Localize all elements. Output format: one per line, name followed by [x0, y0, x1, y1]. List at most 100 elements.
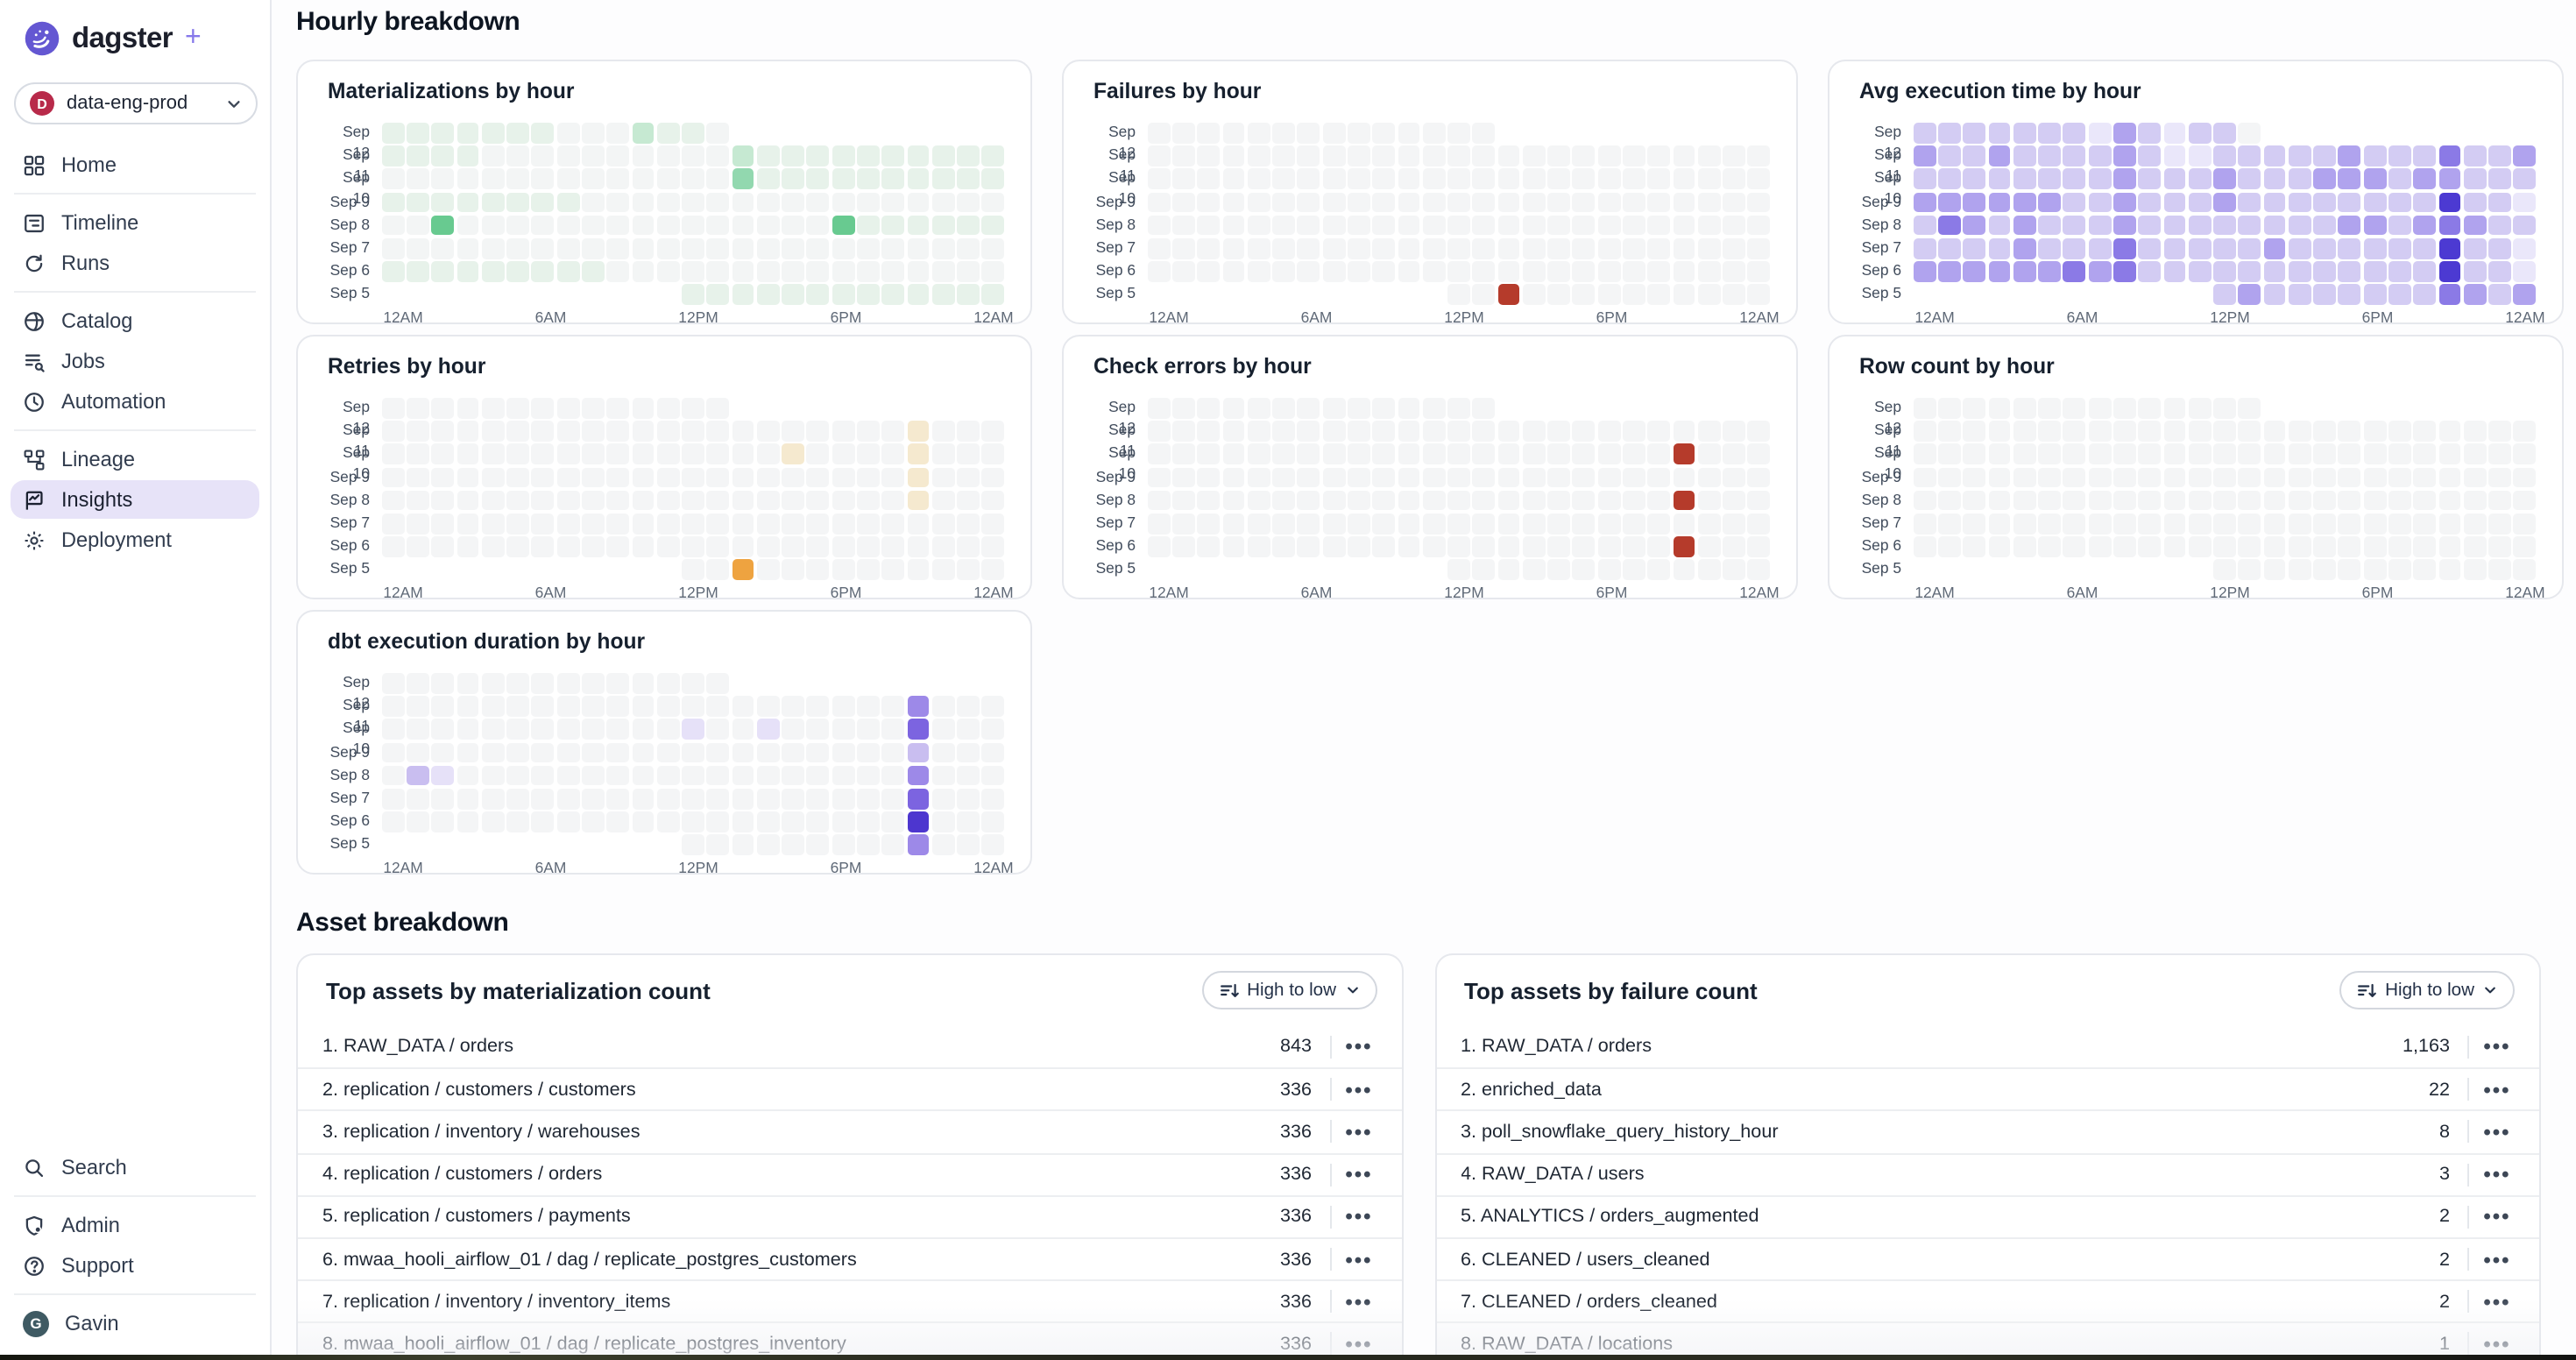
heatmap-cell	[606, 696, 629, 716]
row-actions-menu-icon[interactable]: •••	[1341, 1081, 1376, 1099]
sidebar-item-catalog[interactable]: Catalog	[11, 301, 259, 340]
heatmap-cells	[380, 835, 1006, 855]
heatmap-cell	[2113, 421, 2136, 441]
heatmap-row: Sep 6	[1093, 536, 1772, 556]
asset-link[interactable]: 6. CLEANED / users_cleaned	[1461, 1249, 2394, 1270]
asset-link[interactable]: 8. mwaa_hooli_airflow_01 / dag / replica…	[322, 1334, 1256, 1355]
heatmap-cell	[882, 216, 905, 236]
heatmap-cell	[732, 789, 754, 809]
heatmap-cell	[1988, 514, 2011, 534]
heatmap-cell	[707, 216, 730, 236]
heatmap-cell	[882, 238, 905, 259]
row-actions-menu-icon[interactable]: •••	[1341, 1250, 1376, 1268]
heatmap-cell	[1964, 491, 1986, 511]
asset-link[interactable]: 8. RAW_DATA / locations	[1461, 1334, 2394, 1355]
heatmap-cell	[732, 696, 754, 716]
sidebar-item-jobs[interactable]: Jobs	[11, 342, 259, 380]
row-actions-menu-icon[interactable]: •••	[2480, 1038, 2515, 1055]
asset-link[interactable]: 1. RAW_DATA / orders	[1461, 1036, 2394, 1057]
row-actions-menu-icon[interactable]: •••	[1341, 1293, 1376, 1310]
heatmap-cell	[1597, 560, 1620, 580]
workspace-switcher[interactable]: D data-eng-prod	[14, 82, 258, 124]
sidebar-item-automation[interactable]: Automation	[11, 382, 259, 421]
heatmap-cell	[1748, 421, 1771, 441]
asset-link[interactable]: 4. RAW_DATA / users	[1461, 1164, 2394, 1185]
heatmap-cell	[2013, 398, 2036, 418]
asset-link[interactable]: 3. replication / inventory / warehouses	[322, 1122, 1256, 1143]
heatmap-cell	[582, 238, 605, 259]
asset-count: 22	[2394, 1080, 2450, 1101]
asset-link[interactable]: 2. enriched_data	[1461, 1080, 2394, 1101]
row-actions-menu-icon[interactable]: •••	[2480, 1081, 2515, 1099]
heatmap-cell	[582, 514, 605, 534]
sort-order-button[interactable]: High to low	[1201, 971, 1376, 1009]
asset-link[interactable]: 5. replication / customers / payments	[322, 1207, 1256, 1228]
heatmap-cell	[1988, 216, 2011, 236]
asset-link[interactable]: 3. poll_snowflake_query_history_hour	[1461, 1122, 2394, 1143]
sort-order-button[interactable]: High to low	[2339, 971, 2515, 1009]
row-actions-menu-icon[interactable]: •••	[1341, 1165, 1376, 1183]
row-actions-menu-icon[interactable]: •••	[1341, 1208, 1376, 1226]
row-divider	[2467, 1035, 2469, 1058]
heatmap-cell	[2313, 238, 2336, 259]
asset-link[interactable]: 5. ANALYTICS / orders_augmented	[1461, 1207, 2394, 1228]
dagster-logo[interactable]: dagster +	[0, 0, 270, 58]
heatmap-cell	[1964, 216, 1986, 236]
heatmap-cell	[2363, 261, 2386, 281]
sidebar-item-insights[interactable]: Insights	[11, 480, 259, 519]
asset-link[interactable]: 7. replication / inventory / inventory_i…	[322, 1291, 1256, 1312]
heatmap-cell	[907, 145, 930, 166]
heatmap-cell	[1913, 123, 1936, 143]
asset-link[interactable]: 6. mwaa_hooli_airflow_01 / dag / replica…	[322, 1249, 1256, 1270]
row-actions-menu-icon[interactable]: •••	[2480, 1335, 2515, 1353]
row-actions-menu-icon[interactable]: •••	[2480, 1123, 2515, 1141]
heatmap-cell	[1322, 145, 1345, 166]
heatmap-cell	[807, 216, 830, 236]
heatmap-cell	[1748, 169, 1771, 189]
heatmap-cell	[1573, 444, 1596, 464]
asset-link[interactable]: 1. RAW_DATA / orders	[322, 1036, 1256, 1057]
heatmap-cell	[506, 514, 529, 534]
sidebar-item-runs[interactable]: Runs	[11, 244, 259, 282]
heatmap-cell	[1198, 123, 1221, 143]
jobs-icon	[23, 350, 46, 372]
row-actions-menu-icon[interactable]: •••	[1341, 1123, 1376, 1141]
row-actions-menu-icon[interactable]: •••	[1341, 1335, 1376, 1353]
heatmap-cell	[1673, 285, 1695, 305]
heatmap-hour-axis: 12AM6AM12PM6PM12AM	[391, 859, 1006, 880]
heatmap-cell	[932, 145, 955, 166]
heatmap-cell	[857, 444, 880, 464]
heatmap-cell	[1222, 169, 1245, 189]
row-actions-menu-icon[interactable]: •••	[2480, 1165, 2515, 1183]
heatmap-cell	[1523, 285, 1546, 305]
sidebar-item-deployment[interactable]: Deployment	[11, 521, 259, 559]
heatmap-cell	[1473, 398, 1496, 418]
heatmap-cell	[2388, 216, 2411, 236]
heatmap-cell	[2163, 261, 2186, 281]
row-actions-menu-icon[interactable]: •••	[1341, 1038, 1376, 1055]
asset-count: 1,163	[2394, 1036, 2450, 1057]
sidebar-item-admin[interactable]: Admin	[11, 1206, 259, 1244]
sidebar-item-support[interactable]: Support	[11, 1246, 259, 1285]
heatmap-cell	[582, 742, 605, 762]
heatmap-cell	[1497, 238, 1520, 259]
sidebar-item-lineage[interactable]: Lineage	[11, 440, 259, 478]
heatmap-cell	[807, 238, 830, 259]
heatmap-cell	[1573, 536, 1596, 556]
row-actions-menu-icon[interactable]: •••	[2480, 1208, 2515, 1226]
heatmap-cell	[2464, 285, 2487, 305]
row-actions-menu-icon[interactable]: •••	[2480, 1250, 2515, 1268]
heatmap-cell	[832, 192, 854, 212]
heatmap-cell	[1547, 192, 1570, 212]
asset-link[interactable]: 7. CLEANED / orders_cleaned	[1461, 1291, 2394, 1312]
heatmap-cell	[2163, 467, 2186, 487]
asset-link[interactable]: 4. replication / customers / orders	[322, 1164, 1256, 1185]
sidebar-item-search[interactable]: Search	[11, 1148, 259, 1186]
sidebar-item-home[interactable]: Home	[11, 145, 259, 184]
asset-link[interactable]: 2. replication / customers / customers	[322, 1080, 1256, 1101]
row-actions-menu-icon[interactable]: •••	[2480, 1293, 2515, 1310]
sidebar-item-timeline[interactable]: Timeline	[11, 203, 259, 242]
heatmap-cell	[1222, 467, 1245, 487]
user-menu[interactable]: G Gavin	[11, 1304, 259, 1342]
heatmap-cell	[1623, 145, 1645, 166]
